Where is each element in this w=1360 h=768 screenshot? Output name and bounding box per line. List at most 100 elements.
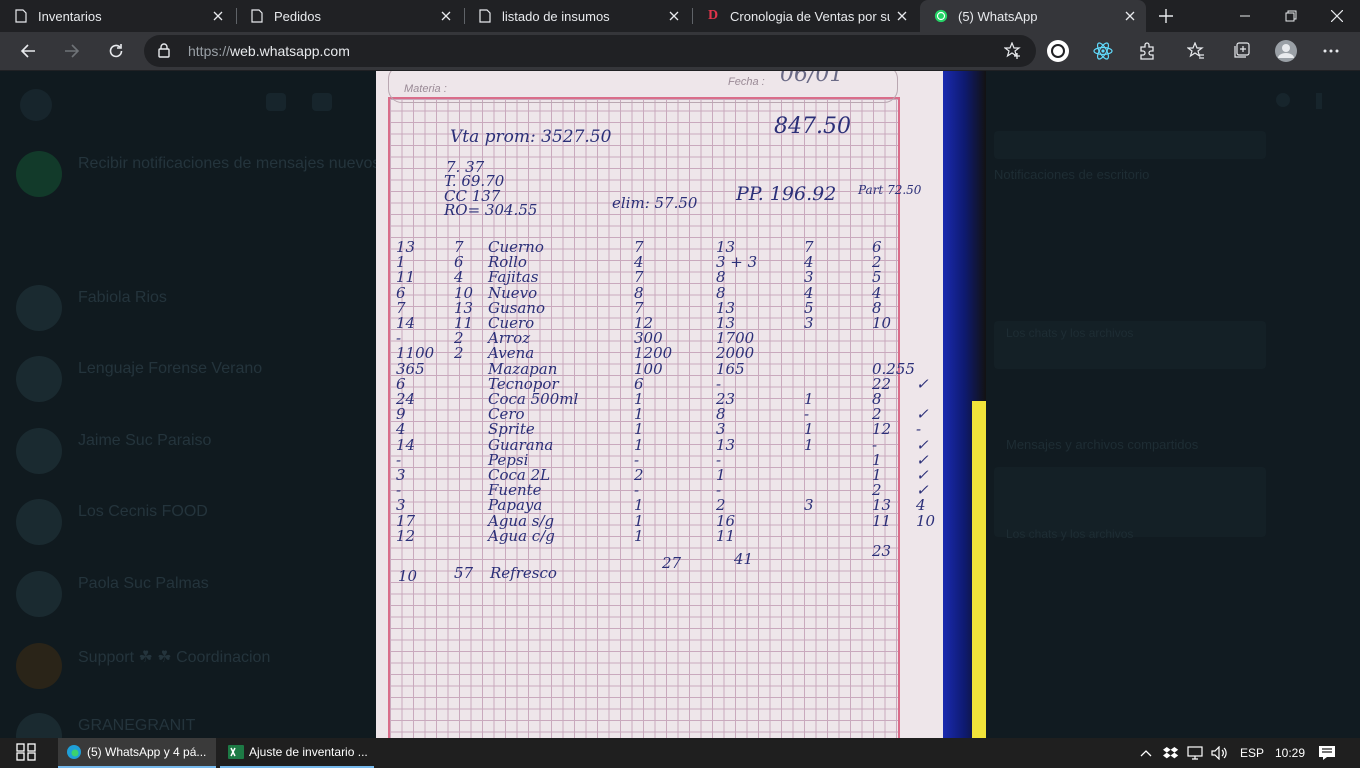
collections-icon[interactable] (1225, 35, 1257, 67)
last-row-c2: 57 (454, 564, 474, 582)
status-icon[interactable] (266, 93, 286, 111)
taskbar-app-edge[interactable]: (5) WhatsApp y 4 pá... (58, 738, 216, 768)
panel-text: Notificaciones de escritorio (994, 167, 1150, 182)
add-favorite-icon[interactable] (1003, 41, 1022, 65)
chat-list-item[interactable]: GRANEGRANIT (16, 709, 376, 738)
edge-icon (66, 744, 82, 760)
task-view-icon (16, 742, 36, 764)
clock[interactable]: 10:29 (1275, 738, 1305, 768)
table-cell: 1 (634, 496, 644, 515)
volume-icon[interactable] (1211, 738, 1229, 768)
tab-whatsapp[interactable]: (5) WhatsApp (920, 0, 1146, 32)
document-icon (14, 8, 28, 24)
close-tab-icon[interactable] (1118, 4, 1142, 28)
close-tab-icon[interactable] (206, 4, 230, 28)
new-chat-icon[interactable] (312, 93, 332, 111)
fecha-label: Fecha : (728, 76, 765, 88)
dimmed-chat-area: Notificaciones de escritorio Los chats y… (986, 71, 1360, 738)
tab-label: listado de insumos (502, 8, 610, 24)
new-tab-button[interactable] (1154, 4, 1178, 28)
chat-name: GRANEGRANIT (78, 717, 196, 734)
photo-viewer: Materia : Fecha : 06/01 Vta prom: 3527.5… (376, 71, 986, 738)
table-cell: ✓ (916, 374, 929, 393)
panel-text: Los chats y los archivos (1006, 326, 1134, 340)
tab-cronologia-de-ventas[interactable]: D Cronologia de Ventas por sucur (692, 0, 918, 32)
chat-list-item[interactable]: Fabiola Rios (16, 281, 376, 341)
chat-list-item[interactable]: Los Cecnis FOOD (16, 495, 376, 555)
browser-tab-strip: Inventarios Pedidos listado de insumos D… (0, 0, 1360, 32)
item-name-cell: Papaya (488, 496, 543, 515)
restore-button[interactable] (1268, 0, 1314, 32)
tab-listado-de-insumos[interactable]: listado de insumos (464, 0, 690, 32)
notifications-icon[interactable] (1318, 738, 1336, 768)
show-hidden-icons[interactable] (1140, 738, 1152, 768)
tab-pedidos[interactable]: Pedidos (236, 0, 462, 32)
table-cell: 1 (804, 420, 814, 439)
avatar (16, 713, 62, 738)
table-cell: 2 (454, 344, 464, 363)
chat-list-item[interactable]: Lenguaje Forense Verano (16, 352, 376, 412)
taskbar-app-excel[interactable]: Ajuste de inventario ... (220, 738, 374, 768)
table-cell: 3 (716, 420, 726, 439)
network-icon[interactable] (1187, 738, 1205, 768)
table-cell: 11 (396, 268, 416, 287)
windows-taskbar: (5) WhatsApp y 4 pá... Ajuste de inventa… (0, 738, 1360, 768)
profile-avatar-icon[interactable] (1270, 35, 1302, 67)
profile-sync-icon[interactable] (1042, 35, 1074, 67)
more-menu-icon[interactable] (1315, 35, 1347, 67)
forward-button[interactable] (56, 35, 88, 67)
chat-name: Los Cecnis FOOD (78, 503, 208, 520)
taskbar-app-label: (5) WhatsApp y 4 pá... (87, 745, 207, 759)
close-tab-icon[interactable] (434, 4, 458, 28)
menu-icon[interactable] (1316, 93, 1322, 109)
tab-label: (5) WhatsApp (958, 8, 1038, 24)
table-cell: 1100 (396, 344, 435, 363)
search-icon[interactable] (1276, 93, 1290, 107)
minimize-button[interactable] (1222, 0, 1268, 32)
chat-list-item[interactable]: Support ☘ ☘ Coordinacion (16, 639, 376, 699)
address-bar[interactable]: https://web.whatsapp.com (144, 35, 1036, 67)
avatar (16, 285, 62, 331)
input-language[interactable]: ESP (1240, 738, 1264, 768)
back-button[interactable] (12, 35, 44, 67)
table-cell: 2 (716, 496, 726, 515)
chat-name: Paola Suc Palmas (78, 575, 209, 592)
close-tab-icon[interactable] (662, 4, 686, 28)
table-cell: 8 (716, 268, 726, 287)
reload-button[interactable] (100, 35, 132, 67)
task-view-button[interactable] (0, 738, 52, 768)
tab-label: Cronologia de Ventas por sucur (730, 8, 890, 24)
my-avatar[interactable] (20, 89, 52, 121)
avatar (16, 151, 62, 197)
avatar (16, 571, 62, 617)
chat-list-item[interactable]: Paola Suc Palmas (16, 567, 376, 627)
table-cell: 3 (804, 268, 814, 287)
handwritten-line: RO= 304.55 (444, 201, 538, 219)
avatar (16, 643, 62, 689)
react-devtools-icon[interactable] (1087, 35, 1119, 67)
chat-list-item[interactable]: Recibir notificaciones de mensajes nuevo… (16, 147, 380, 207)
materia-label: Materia : (404, 83, 447, 95)
handwritten-line: Part 72.50 (858, 183, 922, 197)
table-cell: 3 (804, 314, 814, 332)
tab-inventarios[interactable]: Inventarios (0, 0, 234, 32)
item-name-cell: Agua c/g (488, 526, 555, 545)
chat-name: Fabiola Rios (78, 289, 167, 306)
favorites-icon[interactable] (1180, 35, 1212, 67)
message-bubble (994, 131, 1266, 159)
taskbar-app-label: Ajuste de inventario ... (249, 745, 368, 759)
dropbox-icon[interactable] (1163, 738, 1179, 768)
close-tab-icon[interactable] (890, 4, 914, 28)
table-cell: 1 (634, 420, 644, 439)
item-name-cell: Sprite (488, 420, 535, 439)
handwritten-line: 847.50 (774, 114, 851, 139)
url-text[interactable]: https://web.whatsapp.com (188, 43, 350, 59)
lock-icon[interactable] (158, 43, 170, 63)
browser-toolbar: https://web.whatsapp.com (0, 32, 1360, 71)
last-row-c1: 10 (398, 567, 418, 585)
tab-label: Pedidos (274, 8, 321, 24)
close-window-button[interactable] (1314, 0, 1360, 32)
chat-list-item[interactable]: Jaime Suc Paraiso (16, 424, 376, 484)
extensions-icon[interactable] (1131, 35, 1163, 67)
table-cell: 13 (872, 496, 892, 515)
